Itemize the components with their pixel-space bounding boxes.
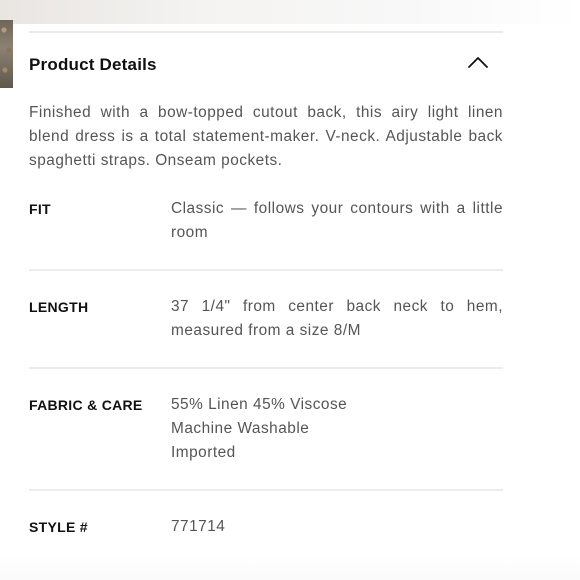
chevron-up-icon[interactable] <box>467 55 489 69</box>
spec-row-style: STYLE # 771714 <box>29 515 503 539</box>
accordion-title: Product Details <box>29 55 157 74</box>
spec-label-fit: FIT <box>29 201 51 217</box>
spec-label-fabric-care: FABRIC & CARE <box>29 397 143 413</box>
spec-value-length: 37 1/4" from center back neck to hem, me… <box>171 298 503 339</box>
product-description: Finished with a bow-topped cutout back, … <box>29 104 503 169</box>
spec-value-fabric-care: 55% Linen 45% Viscose Machine Washable I… <box>171 393 503 465</box>
spec-divider <box>29 269 503 271</box>
bottom-fade <box>0 555 580 580</box>
spec-divider <box>29 367 503 369</box>
top-image-edge <box>0 0 580 24</box>
spec-label-length: LENGTH <box>29 299 89 315</box>
product-details-accordion: Product Details Finished with a bow-topp… <box>29 31 503 539</box>
fabric-care-line: 55% Linen 45% Viscose <box>171 396 348 413</box>
spec-row-fit: FIT Classic — follows your contours with… <box>29 197 503 245</box>
spec-label-style: STYLE # <box>29 519 88 535</box>
spec-value-fit: Classic — follows your contours with a l… <box>171 200 503 241</box>
fabric-care-line: Imported <box>171 444 236 461</box>
accordion-header[interactable]: Product Details <box>29 33 503 93</box>
spec-row-fabric-care: FABRIC & CARE 55% Linen 45% Viscose Mach… <box>29 393 503 465</box>
product-thumbnail[interactable] <box>0 20 13 88</box>
product-details-page: Product Details Finished with a bow-topp… <box>0 0 580 580</box>
spec-row-length: LENGTH 37 1/4" from center back neck to … <box>29 295 503 343</box>
spec-value-style: 771714 <box>171 518 226 535</box>
fabric-care-line: Machine Washable <box>171 420 310 437</box>
spec-divider <box>29 489 503 491</box>
